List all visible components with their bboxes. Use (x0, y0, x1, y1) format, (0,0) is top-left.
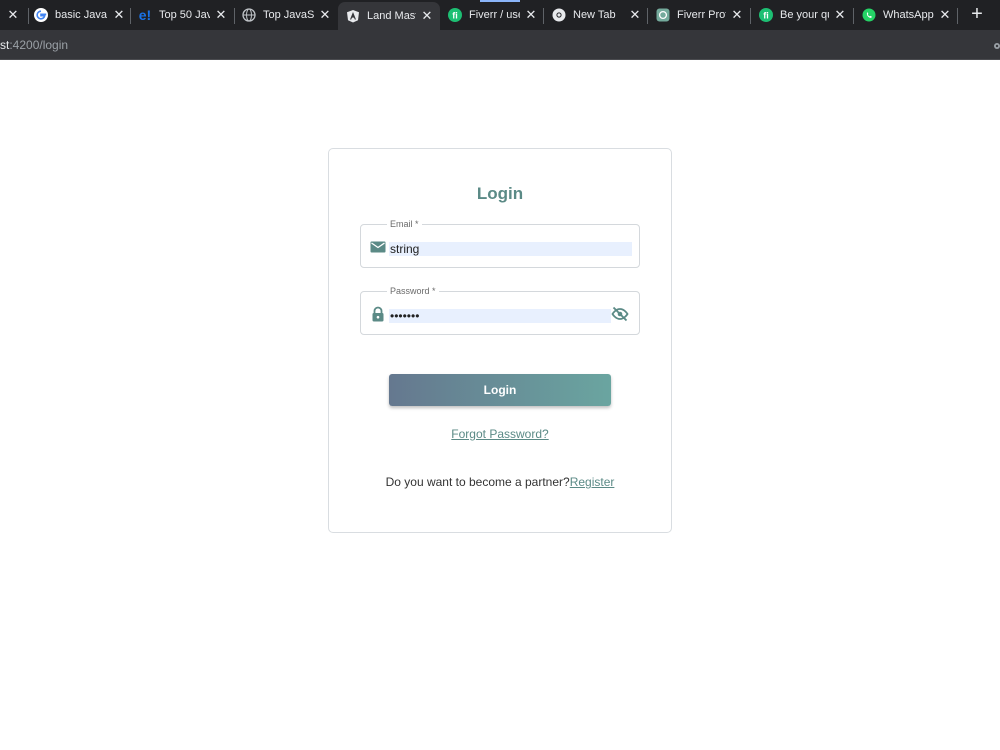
tab-title: WhatsApp (883, 9, 934, 21)
url-text[interactable]: st:4200/login (0, 38, 68, 52)
new-tab-plus-icon[interactable]: + (966, 4, 988, 26)
partner-text: Do you want to become a partner? (385, 475, 570, 489)
svg-text:fi: fi (763, 11, 769, 21)
globe-icon (242, 8, 256, 22)
close-icon[interactable]: ✕ (524, 7, 538, 22)
close-icon[interactable]: ✕ (6, 7, 20, 22)
angular-icon (346, 9, 360, 23)
tab-title: New Tab (573, 9, 616, 21)
email-input[interactable] (389, 242, 632, 256)
password-field[interactable]: Password * (360, 286, 640, 335)
partner-prompt: Do you want to become a partner?Register (0, 475, 1000, 489)
tab-partial[interactable]: ✕ (0, 2, 26, 28)
browser-tab-strip: ✕ basic Java ✕ e! Top 50 Jav ✕ Top JavaS… (0, 0, 1000, 30)
password-label: Password * (387, 286, 439, 297)
tab-land-mast-active[interactable]: Land Mast ✕ (338, 2, 440, 30)
lock-icon (370, 306, 386, 322)
chatgpt-icon (656, 8, 670, 22)
tab-top-javascript[interactable]: Top JavaSc ✕ (242, 2, 332, 28)
close-icon[interactable]: ✕ (833, 7, 847, 22)
close-icon[interactable]: ✕ (628, 7, 642, 22)
google-icon (34, 8, 48, 22)
fiverr-icon: fi (448, 8, 462, 22)
close-icon[interactable]: ✕ (420, 8, 434, 23)
email-field[interactable]: Email * (360, 219, 640, 268)
chrome-icon (552, 8, 566, 22)
tab-be-your[interactable]: fi Be your qu ✕ (759, 2, 847, 28)
page-title: Login (476, 184, 524, 203)
password-input[interactable] (389, 309, 611, 323)
tab-fiverr-user[interactable]: fi Fiverr / use ✕ (448, 2, 538, 28)
tab-top-50-java[interactable]: e! Top 50 Jav ✕ (138, 2, 228, 28)
url-host: st (0, 38, 10, 52)
email-label: Email * (387, 219, 422, 230)
fiverr-icon: fi (759, 8, 773, 22)
close-icon[interactable]: ✕ (112, 7, 126, 22)
tab-basic-java[interactable]: basic Java ✕ (34, 2, 126, 28)
address-bar[interactable]: st:4200/login (0, 30, 1000, 60)
mail-icon (370, 239, 386, 255)
close-icon[interactable]: ✕ (318, 7, 332, 22)
tab-title: Fiverr / use (469, 9, 520, 21)
tab-title: Top 50 Jav (159, 9, 210, 21)
forgot-password-link[interactable]: Forgot Password? (0, 427, 1000, 441)
tab-title: Land Mast (367, 10, 416, 22)
edureka-icon: e! (138, 7, 152, 23)
register-link[interactable]: Register (570, 475, 615, 489)
close-icon[interactable]: ✕ (938, 7, 952, 22)
tab-new-tab[interactable]: New Tab ✕ (552, 2, 642, 28)
tab-fiverr-profile[interactable]: Fiverr Prof ✕ (656, 2, 744, 28)
login-button[interactable]: Login (389, 374, 611, 406)
svg-text:fi: fi (452, 11, 458, 21)
tab-title: basic Java (55, 9, 107, 21)
whatsapp-icon (862, 8, 876, 22)
tab-title: Top JavaSc (263, 9, 314, 21)
tab-title: Be your qu (780, 9, 829, 21)
close-icon[interactable]: ✕ (730, 7, 744, 22)
close-icon[interactable]: ✕ (214, 7, 228, 22)
tab-whatsapp[interactable]: WhatsApp ✕ (862, 2, 952, 28)
eye-off-icon[interactable] (611, 306, 629, 322)
url-path: :4200/login (9, 38, 69, 52)
site-settings-icon[interactable] (990, 39, 1000, 51)
tab-title: Fiverr Prof (677, 9, 726, 21)
